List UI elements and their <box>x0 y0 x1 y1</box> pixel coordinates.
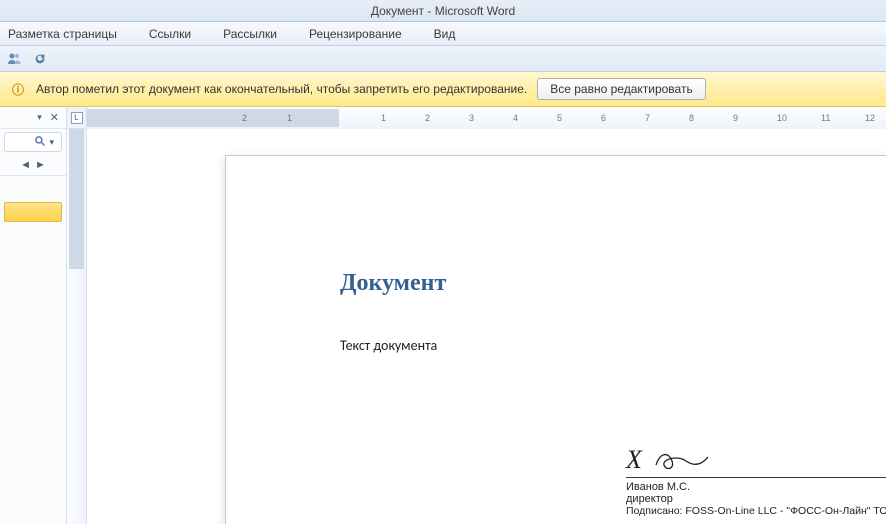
ruler-corner[interactable]: L <box>67 107 87 129</box>
refresh-icon[interactable] <box>32 51 48 67</box>
users-icon[interactable] <box>6 51 22 67</box>
tab-page-layout[interactable]: Разметка страницы <box>4 24 121 44</box>
signature-scrawl-icon <box>652 447 712 475</box>
ruler-tick: 11 <box>821 113 830 123</box>
ruler-tick: 9 <box>733 113 738 123</box>
nav-close-icon[interactable]: ✕ <box>47 111 62 124</box>
horizontal-ruler[interactable]: 2 1 1 2 3 4 5 6 7 8 9 10 11 12 <box>87 107 886 129</box>
signature-block[interactable]: X Иванов М.С. директор Подписано: FOSS-O… <box>626 445 886 517</box>
document-wrap: Документ Текст документа 12.05.2015 X Ив… <box>67 129 886 524</box>
document-title: Документ <box>340 268 886 297</box>
nav-arrows: ◄ ► <box>0 155 66 176</box>
tab-mailings[interactable]: Рассылки <box>219 24 281 44</box>
quick-toolbar <box>0 46 886 72</box>
workspace: ▾ ✕ ▾ ◄ ► L 2 1 <box>0 107 886 524</box>
nav-thumbnail[interactable] <box>4 202 62 222</box>
tab-references[interactable]: Ссылки <box>145 24 195 44</box>
search-icon <box>34 135 46 150</box>
ruler-tick: 8 <box>689 113 694 123</box>
page: Документ Текст документа 12.05.2015 X Ив… <box>225 155 886 524</box>
ruler-tick: 2 <box>242 113 247 123</box>
nav-pane-header: ▾ ✕ <box>0 107 66 129</box>
nav-next-icon[interactable]: ► <box>35 159 46 171</box>
signature-x: X <box>626 445 642 475</box>
document-body-text: Текст документа <box>340 337 886 354</box>
tab-selector-icon: L <box>71 112 83 124</box>
info-icon: ⓘ <box>10 81 26 97</box>
ruler-tick: 1 <box>381 113 386 123</box>
signature-title: директор <box>626 493 886 505</box>
ruler-tick: 2 <box>425 113 430 123</box>
vertical-ruler[interactable] <box>67 129 87 524</box>
nav-body <box>0 176 66 524</box>
ruler-tick: 4 <box>513 113 518 123</box>
ruler-tick: 3 <box>469 113 474 123</box>
nav-prev-icon[interactable]: ◄ <box>20 159 31 171</box>
document-date: 12.05.2015 <box>340 412 886 427</box>
title-bar: Документ - Microsoft Word <box>0 0 886 22</box>
signature-name: Иванов М.С. <box>626 481 886 493</box>
ruler-tick: 1 <box>287 113 292 123</box>
ruler-tick: 7 <box>645 113 650 123</box>
tab-review[interactable]: Рецензирование <box>305 24 406 44</box>
signature-signed-by: Подписано: FOSS-On-Line LLC - "ФОСС-Он-Л… <box>626 505 886 517</box>
horizontal-ruler-bar: L 2 1 1 2 3 4 5 6 7 8 9 10 11 <box>67 107 886 129</box>
search-dropdown-icon[interactable]: ▾ <box>46 137 57 148</box>
page-viewport[interactable]: Документ Текст документа 12.05.2015 X Ив… <box>87 129 886 524</box>
signature-line: X <box>626 445 886 478</box>
nav-dropdown-icon[interactable]: ▾ <box>34 112 45 123</box>
navigation-pane: ▾ ✕ ▾ ◄ ► <box>0 107 67 524</box>
marked-as-final-bar: ⓘ Автор пометил этот документ как оконча… <box>0 72 886 107</box>
ruler-tick: 12 <box>865 113 875 123</box>
window-title: Документ - Microsoft Word <box>371 4 515 18</box>
warning-message: Автор пометил этот документ как окончате… <box>36 82 527 96</box>
ribbon-tabs: Разметка страницы Ссылки Рассылки Реценз… <box>0 22 886 46</box>
document-area: L 2 1 1 2 3 4 5 6 7 8 9 10 11 <box>67 107 886 524</box>
ruler-tick: 5 <box>557 113 562 123</box>
tab-view[interactable]: Вид <box>430 24 460 44</box>
edit-anyway-button[interactable]: Все равно редактировать <box>537 78 705 100</box>
ruler-tick: 10 <box>777 113 787 123</box>
nav-search-input[interactable]: ▾ <box>4 132 62 152</box>
ruler-tick: 6 <box>601 113 606 123</box>
